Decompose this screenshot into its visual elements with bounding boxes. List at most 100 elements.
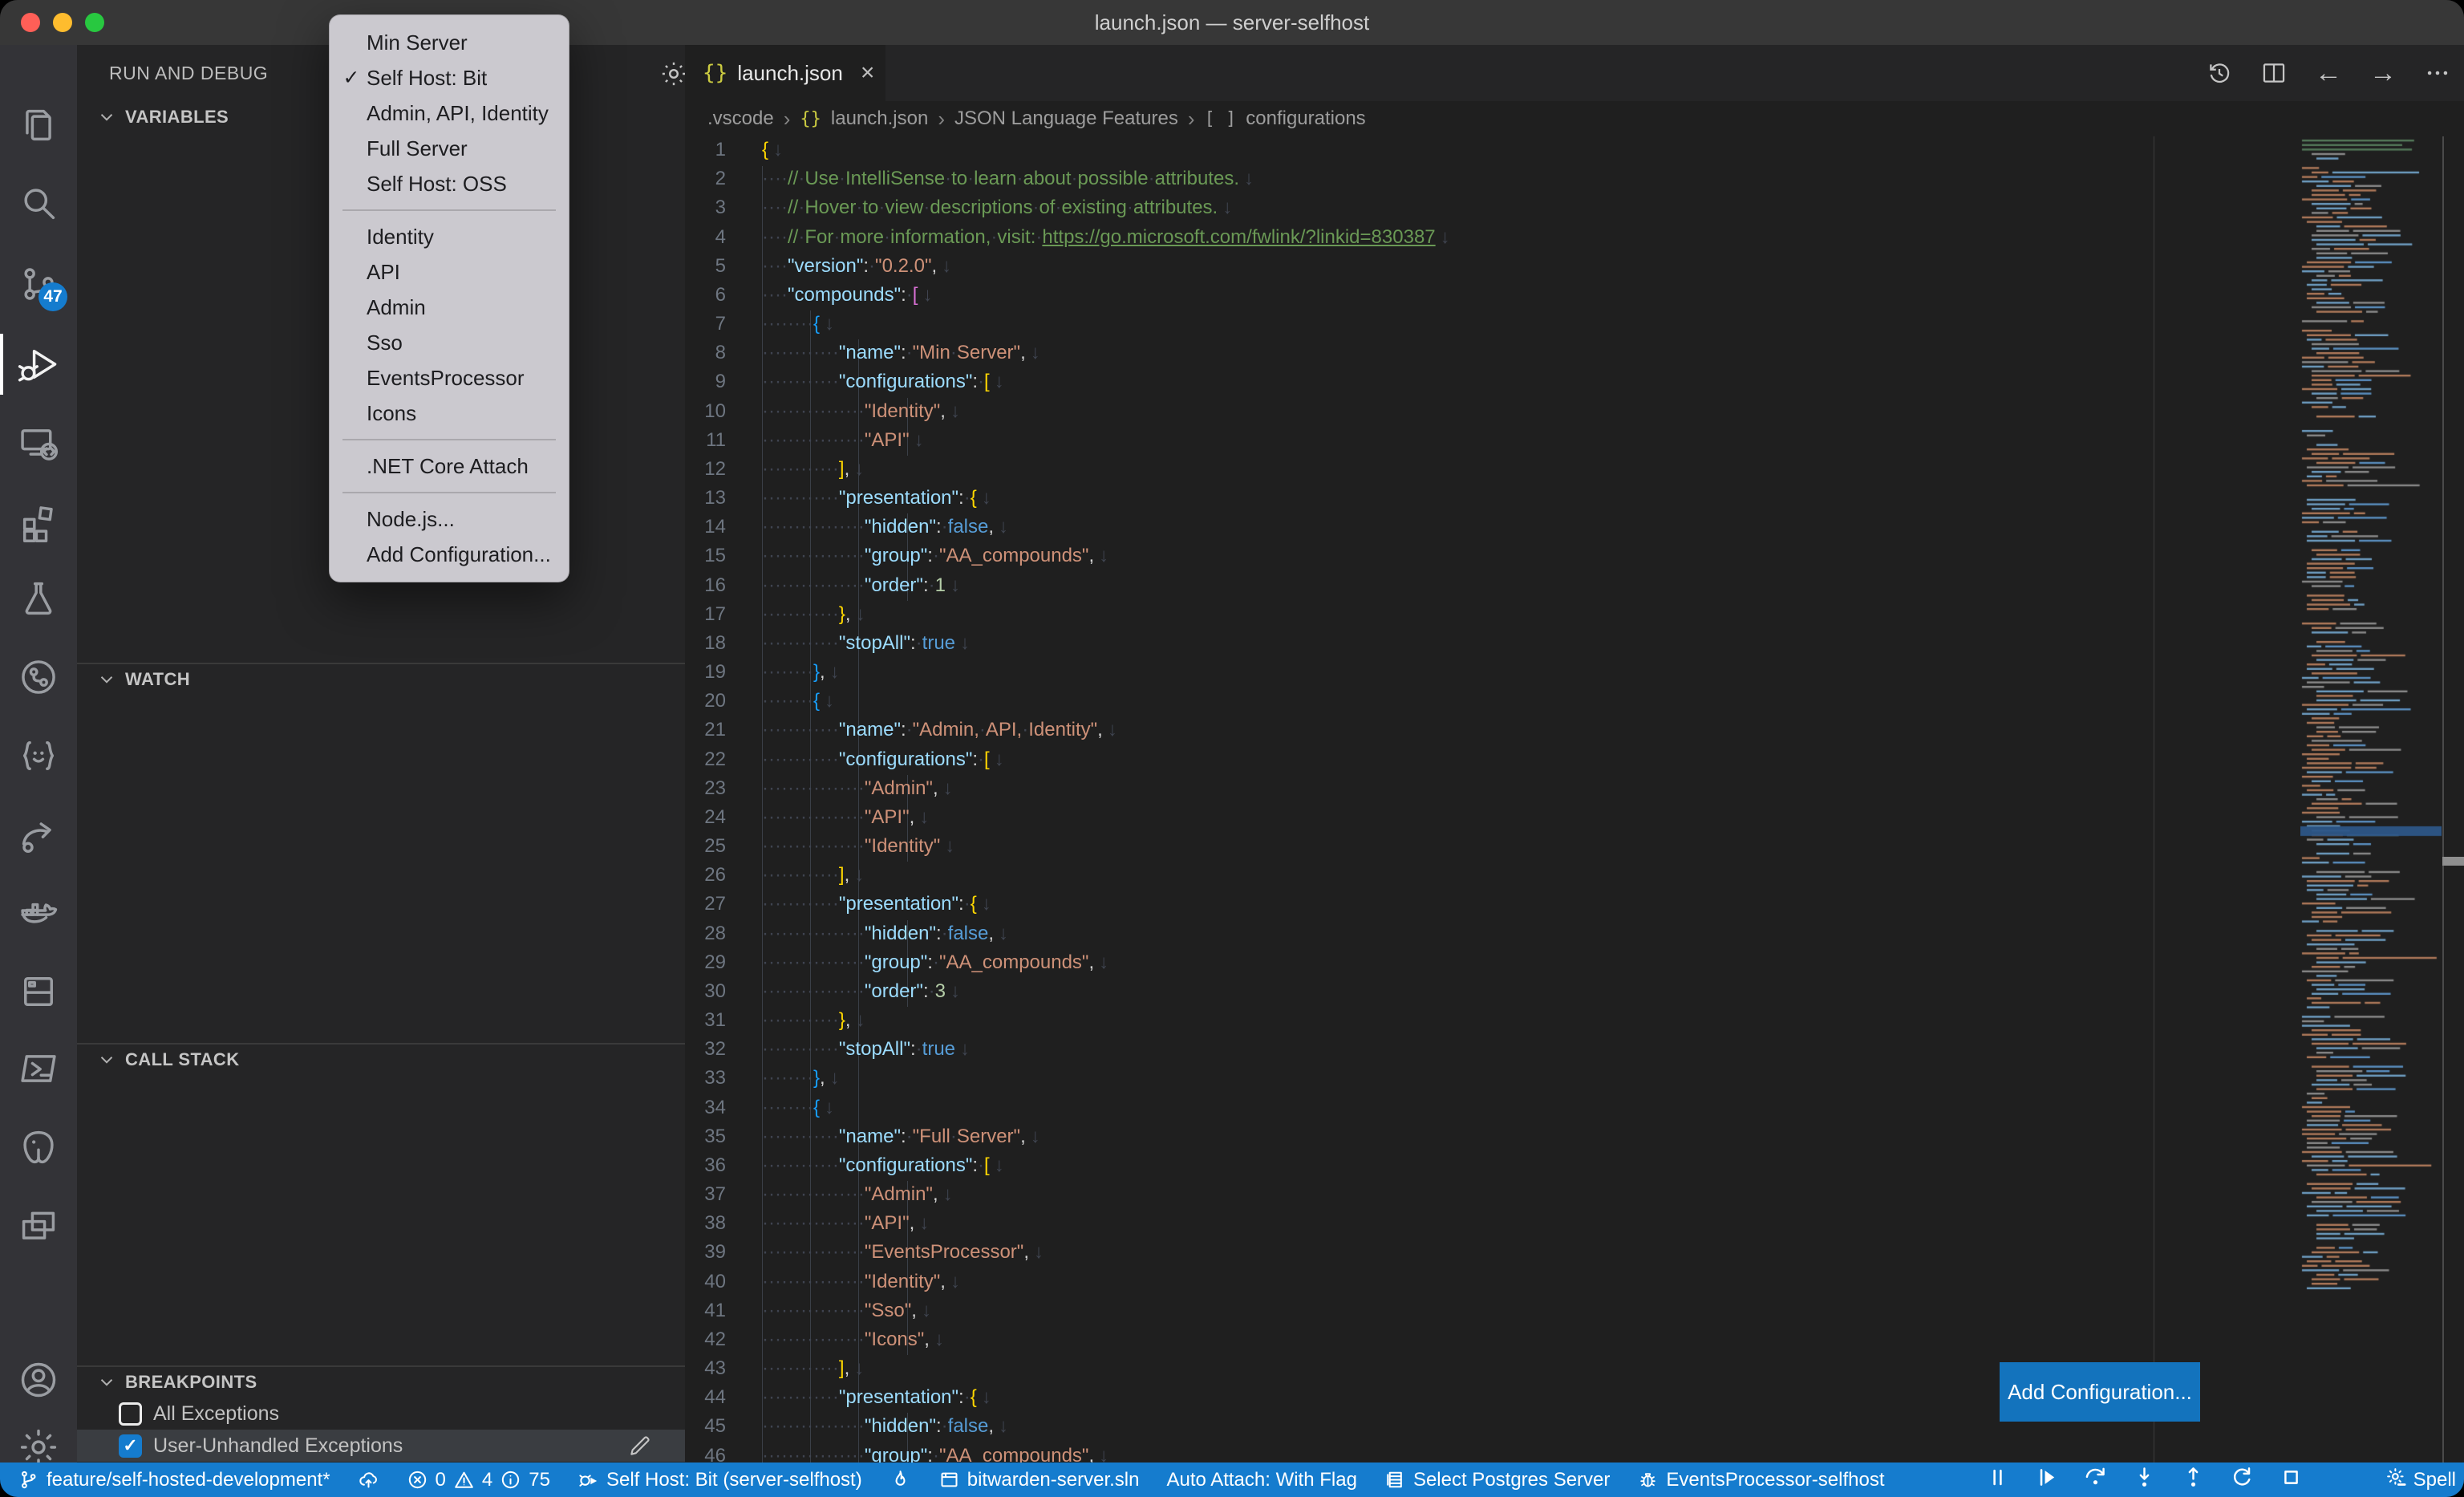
activity-item-docker-icon[interactable] — [0, 878, 77, 948]
activity-item-remote-icon[interactable] — [0, 408, 77, 478]
activity-item-database-icon[interactable] — [0, 956, 77, 1027]
code-line[interactable]: 21············"name":·"Admin,·API,·Ident… — [685, 716, 2464, 745]
debug-control-stop-icon[interactable] — [2279, 1465, 2304, 1495]
code-line[interactable]: 24················"API",↓ — [685, 803, 2464, 833]
activity-item-braces-face-icon[interactable] — [0, 720, 77, 791]
status-item-branch-status[interactable]: feature/self-hosted-development* — [18, 1469, 330, 1491]
navigate-back-icon[interactable]: ← — [2313, 58, 2344, 88]
code-line[interactable]: 27············"presentation":·{↓ — [685, 890, 2464, 919]
code-line[interactable]: 15················"group":·"AA_compounds… — [685, 542, 2464, 571]
code-line[interactable]: 9············"configurations":·[↓ — [685, 367, 2464, 397]
editor-more-actions-icon[interactable] — [2422, 58, 2453, 88]
code-line[interactable]: 23················"Admin",↓ — [685, 774, 2464, 804]
activity-item-beaker-icon[interactable] — [0, 563, 77, 634]
navigate-forward-icon[interactable]: → — [2368, 58, 2398, 88]
status-item-solution-picker[interactable]: bitwarden-server.sln — [938, 1469, 1140, 1491]
status-item-problems[interactable]: 0475 — [407, 1469, 550, 1491]
debug-control-step-over-icon[interactable] — [2083, 1465, 2108, 1495]
code-line[interactable]: 42················"Icons",↓ — [685, 1325, 2464, 1355]
code-line[interactable]: 6····"compounds":·[↓ — [685, 281, 2464, 310]
code-line[interactable]: 33········},↓ — [685, 1064, 2464, 1093]
call-stack-section-header[interactable]: CALL STACK — [77, 1043, 685, 1075]
debug-control-restart-icon[interactable] — [2230, 1465, 2255, 1495]
status-item-flame-status[interactable] — [890, 1469, 911, 1491]
menu-item[interactable]: Full Server — [330, 131, 569, 166]
status-item-sync-changes[interactable] — [358, 1469, 379, 1491]
breadcrumb-item[interactable]: launch.json — [831, 108, 928, 130]
code-line[interactable]: 36············"configurations":·[↓ — [685, 1151, 2464, 1181]
menu-item[interactable]: Icons — [330, 396, 569, 431]
activity-item-powershell-icon[interactable] — [0, 1033, 77, 1104]
code-line[interactable]: 4····//·For·more·information,·visit:·htt… — [685, 223, 2464, 253]
activity-item-search-icon[interactable] — [0, 168, 77, 239]
code-line[interactable]: 32············"stopAll":·true↓ — [685, 1035, 2464, 1065]
minimap[interactable] — [2300, 136, 2442, 1332]
code-line[interactable]: 19········},↓ — [685, 658, 2464, 688]
close-tab-icon[interactable]: × — [861, 59, 875, 87]
breadcrumb[interactable]: .vscode›{}launch.json›JSON Language Feat… — [685, 101, 2464, 136]
code-line[interactable]: 1{↓ — [685, 136, 2464, 165]
debug-control-step-out-icon[interactable] — [2181, 1465, 2206, 1495]
breadcrumb-item[interactable]: JSON Language Features — [954, 108, 1178, 130]
code-line[interactable]: 26············],↓ — [685, 861, 2464, 890]
menu-item[interactable]: Sso — [330, 325, 569, 360]
scrollbar-thumb[interactable] — [2442, 857, 2464, 866]
menu-item[interactable]: Add Configuration... — [330, 537, 569, 572]
status-item-auto-attach[interactable]: Auto Attach: With Flag — [1166, 1469, 1356, 1491]
code-line[interactable]: 41················"Sso",↓ — [685, 1296, 2464, 1326]
activity-item-live-share-icon[interactable] — [0, 799, 77, 870]
split-editor-icon[interactable] — [2259, 58, 2289, 88]
code-line[interactable]: 8············"name":·"Min·Server",↓ — [685, 339, 2464, 368]
code-line[interactable]: 22············"configurations":·[↓ — [685, 745, 2464, 775]
debug-control-continue-icon[interactable] — [2034, 1465, 2059, 1495]
activity-item-postgres-icon[interactable] — [0, 1112, 77, 1183]
menu-item[interactable]: Identity — [330, 219, 569, 254]
code-line[interactable]: 34········{↓ — [685, 1093, 2464, 1123]
code-line[interactable]: 39················"EventsProcessor",↓ — [685, 1238, 2464, 1268]
breadcrumb-item[interactable]: .vscode — [707, 108, 774, 130]
debug-settings-gear-icon[interactable] — [659, 59, 688, 88]
menu-item[interactable]: Self Host: OSS — [330, 166, 569, 201]
code-line[interactable]: 35············"name":·"Full·Server",↓ — [685, 1122, 2464, 1152]
edit-pencil-icon[interactable] — [627, 1433, 653, 1458]
activity-item-git-graph-icon[interactable] — [0, 642, 77, 712]
code-line[interactable]: 46················"group":·"AA_compounds… — [685, 1442, 2464, 1463]
activity-item-debug-icon[interactable] — [0, 329, 77, 400]
code-line[interactable]: 3····//·Hover·to·view·descriptions·of·ex… — [685, 193, 2464, 223]
checkbox-checked[interactable]: ✓ — [119, 1434, 142, 1458]
activity-item-files-icon[interactable] — [0, 90, 77, 160]
breakpoint-row[interactable]: All Exceptions — [77, 1398, 685, 1430]
code-line[interactable]: 14················"hidden":·false,↓ — [685, 513, 2464, 542]
code-line[interactable]: 25················"Identity"↓ — [685, 832, 2464, 862]
debug-control-step-into-icon[interactable] — [2132, 1465, 2157, 1495]
code-line[interactable]: 40················"Identity",↓ — [685, 1268, 2464, 1297]
tab-launch-json[interactable]: {} launch.json × — [685, 45, 886, 101]
checkbox-unchecked[interactable] — [119, 1402, 142, 1426]
breadcrumb-item[interactable]: configurations — [1246, 108, 1365, 130]
menu-item[interactable]: .NET Core Attach — [330, 448, 569, 484]
status-item-active-debug-config[interactable]: Self Host: Bit (server-selfhost) — [578, 1469, 862, 1491]
code-line[interactable]: 31············},↓ — [685, 1006, 2464, 1036]
menu-item[interactable]: EventsProcessor — [330, 360, 569, 396]
activity-item-account-icon[interactable] — [0, 1345, 77, 1415]
code-line[interactable]: 29················"group":·"AA_compounds… — [685, 948, 2464, 978]
watch-section-header[interactable]: WATCH — [77, 663, 685, 695]
status-item-events-processor[interactable]: EventsProcessor-selfhost — [1637, 1469, 1884, 1491]
code-line[interactable]: 28················"hidden":·false,↓ — [685, 919, 2464, 949]
code-line[interactable]: 11················"API"↓ — [685, 426, 2464, 456]
menu-item[interactable]: Node.js... — [330, 501, 569, 537]
code-line[interactable]: 30················"order":·3↓ — [685, 977, 2464, 1007]
code-line[interactable]: 20········{↓ — [685, 687, 2464, 716]
code-line[interactable]: 38················"API",↓ — [685, 1209, 2464, 1239]
timeline-history-icon[interactable] — [2204, 58, 2235, 88]
code-line[interactable]: 18············"stopAll":·true↓ — [685, 629, 2464, 659]
menu-item[interactable]: Min Server — [330, 25, 569, 60]
spell-checker-status[interactable]: Spell — [2385, 1467, 2456, 1494]
code-line[interactable]: 12············],↓ — [685, 455, 2464, 485]
activity-item-panels-icon[interactable] — [0, 1191, 77, 1261]
code-line[interactable]: 10················"Identity",↓ — [685, 397, 2464, 427]
code-line[interactable]: 7········{↓ — [685, 310, 2464, 339]
code-line[interactable]: 16················"order":·1↓ — [685, 571, 2464, 601]
status-item-postgres-picker[interactable]: Select Postgres Server — [1384, 1469, 1610, 1491]
menu-item[interactable]: API — [330, 254, 569, 290]
